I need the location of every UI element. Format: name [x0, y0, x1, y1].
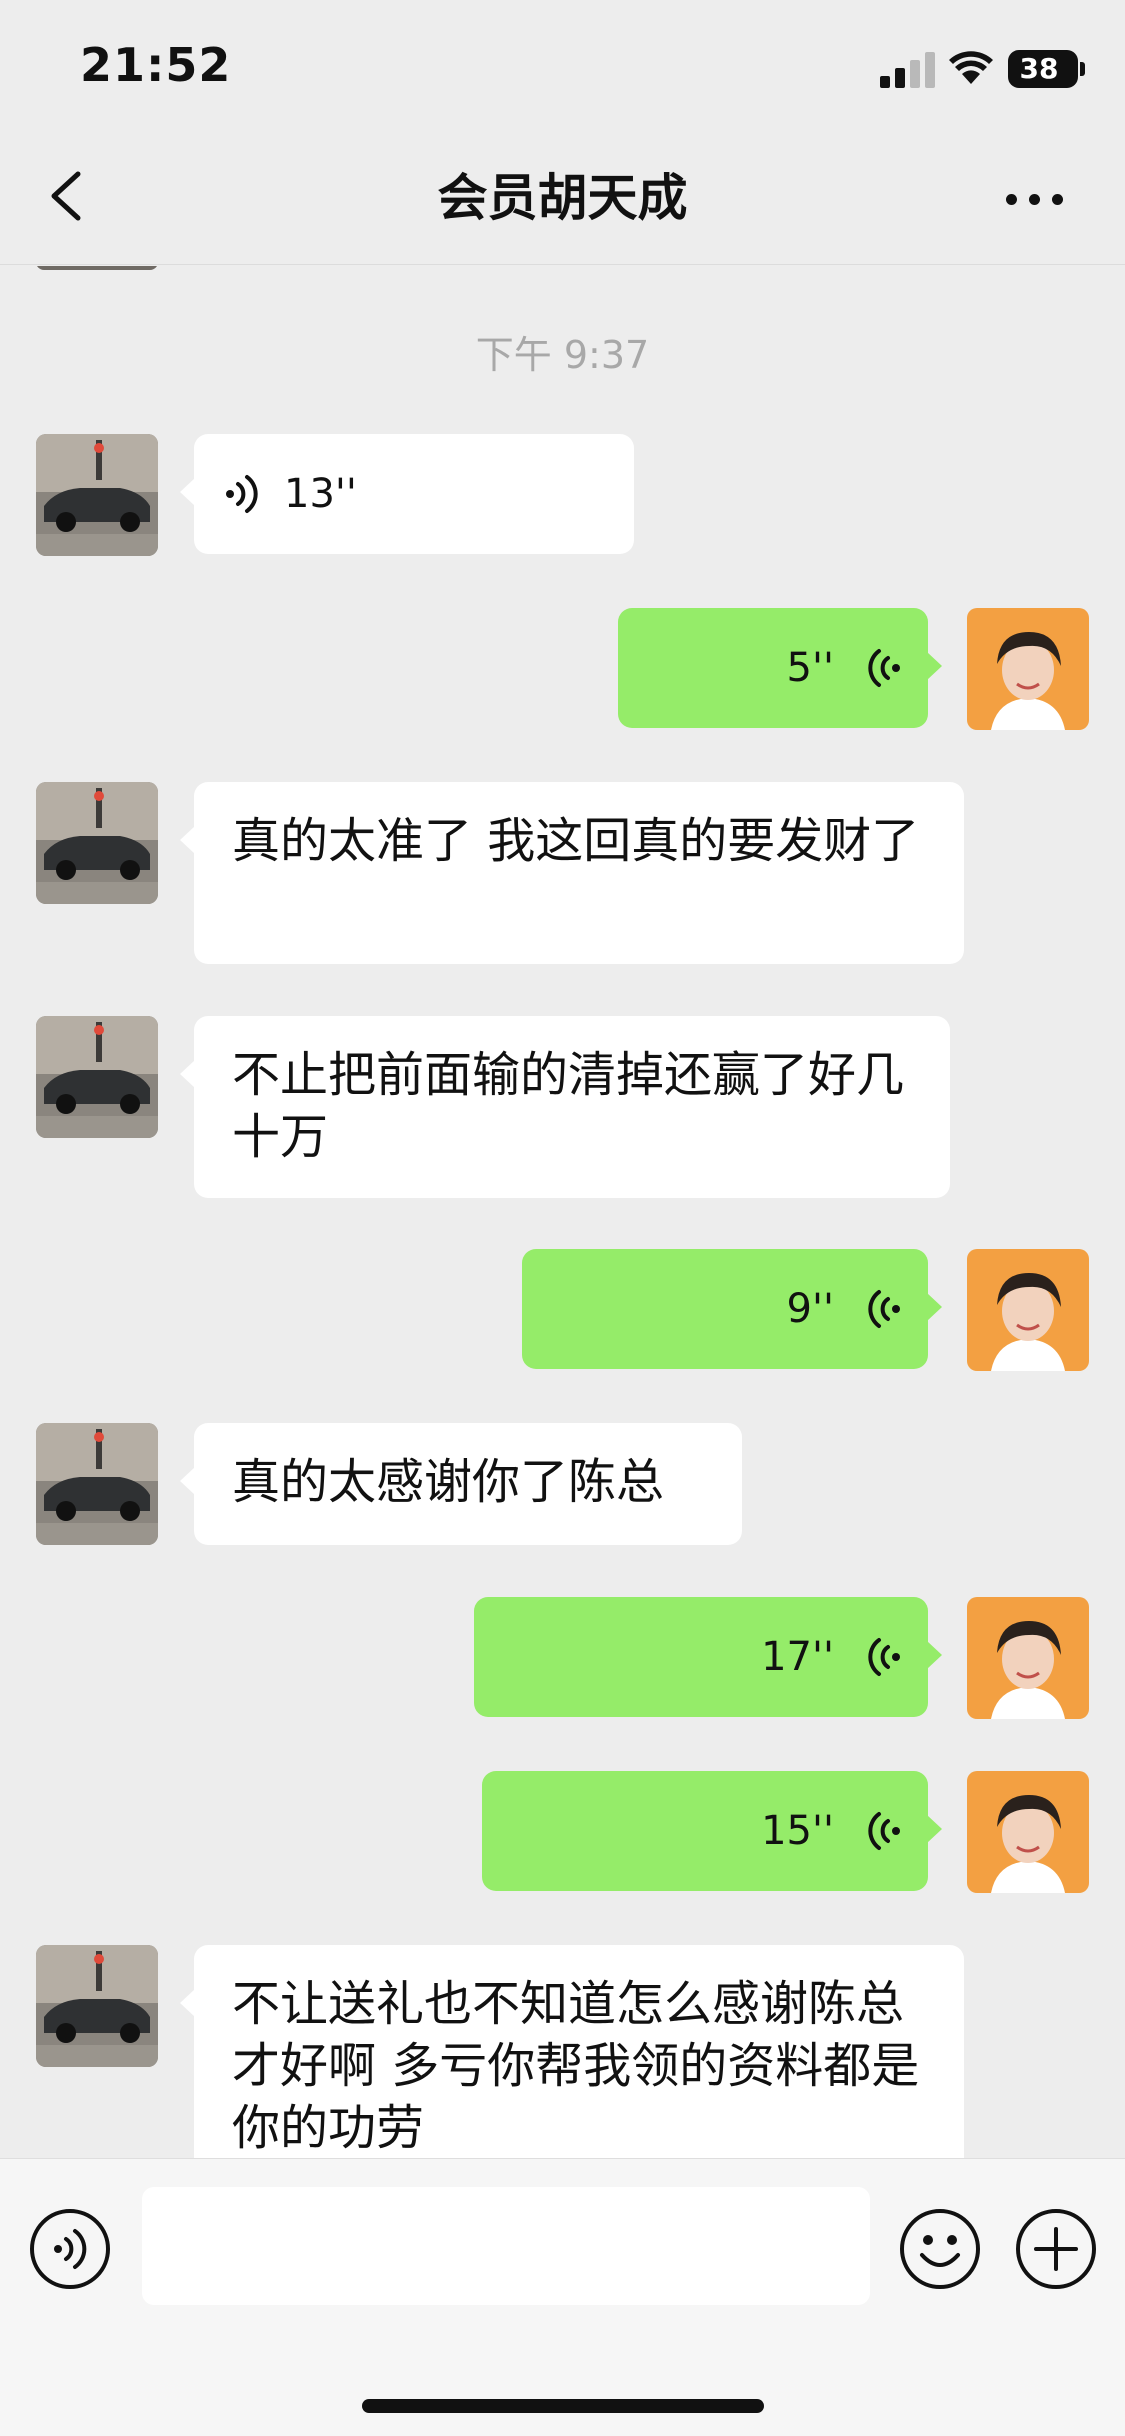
- voice-duration: 13'': [284, 471, 357, 517]
- voice-message[interactable]: 5'': [618, 608, 942, 728]
- wifi-icon: [949, 51, 993, 84]
- cellular-signal-icon: [880, 52, 936, 88]
- voice-playback-icon: [868, 649, 900, 687]
- input-bar: [0, 2158, 1125, 2436]
- contact-avatar[interactable]: [36, 782, 158, 904]
- avatar: [36, 266, 158, 270]
- home-indicator[interactable]: [362, 2399, 764, 2413]
- voice-icon[interactable]: [28, 2207, 112, 2291]
- voice-playback-icon: [868, 1638, 900, 1676]
- message-text: 真的太感谢你了陈总: [232, 1454, 665, 1510]
- voice-playback-icon: [868, 1290, 900, 1328]
- message-text: 不止把前面输的清掉还赢了好几十万: [232, 1047, 905, 1165]
- voice-playback-icon: [226, 475, 258, 513]
- contact-avatar[interactable]: [36, 1423, 158, 1545]
- contact-avatar[interactable]: [36, 1016, 158, 1138]
- plus-icon[interactable]: [1014, 2207, 1098, 2291]
- emoji-icon[interactable]: [898, 2207, 982, 2291]
- voice-message[interactable]: 15'': [482, 1771, 942, 1891]
- text-message[interactable]: 真的太准了 我这回真的要发财了: [180, 782, 964, 964]
- voice-message[interactable]: 13'': [180, 434, 634, 554]
- voice-duration: 5'': [786, 645, 834, 691]
- my-avatar[interactable]: [967, 608, 1089, 730]
- chat-screen: 21:52 38 会员胡天成 下午 9:37 13'' 5'' 真的太准了 我这…: [0, 0, 1125, 2436]
- contact-avatar[interactable]: [36, 434, 158, 556]
- voice-duration: 15'': [761, 1808, 834, 1854]
- voice-duration: 9'': [786, 1286, 834, 1332]
- message-input[interactable]: [142, 2187, 870, 2305]
- battery-icon: 38: [1008, 50, 1078, 88]
- voice-message[interactable]: 17'': [474, 1597, 942, 1717]
- battery-level: 38: [1019, 52, 1059, 85]
- voice-message[interactable]: 9'': [522, 1249, 942, 1369]
- contact-avatar[interactable]: [36, 1945, 158, 2067]
- message-text: 不让送礼也不知道怎么感谢陈总才好啊 多亏你帮我领的资料都是你的功劳: [232, 1976, 920, 2156]
- message-timestamp: 下午 9:37: [475, 333, 650, 377]
- more-dots-icon[interactable]: [1000, 170, 1070, 226]
- chat-title: 会员胡天成: [437, 169, 688, 227]
- my-avatar[interactable]: [967, 1597, 1089, 1719]
- my-avatar[interactable]: [967, 1249, 1089, 1371]
- voice-playback-icon: [868, 1812, 900, 1850]
- status-time: 21:52: [80, 38, 232, 92]
- message-list[interactable]: 下午 9:37 13'' 5'' 真的太准了 我这回真的要发财了 不止把前面输的…: [0, 266, 1125, 2158]
- text-message[interactable]: 不让送礼也不知道怎么感谢陈总才好啊 多亏你帮我领的资料都是你的功劳: [180, 1945, 964, 2158]
- message-text: 真的太准了 我这回真的要发财了: [232, 813, 920, 869]
- voice-duration: 17'': [761, 1634, 834, 1680]
- chat-header: 会员胡天成: [0, 130, 1125, 265]
- text-message[interactable]: 不止把前面输的清掉还赢了好几十万: [180, 1016, 950, 1198]
- text-message[interactable]: 真的太感谢你了陈总: [180, 1423, 742, 1545]
- status-bar: 21:52 38: [0, 0, 1125, 130]
- battery-tip: [1080, 62, 1085, 76]
- my-avatar[interactable]: [967, 1771, 1089, 1893]
